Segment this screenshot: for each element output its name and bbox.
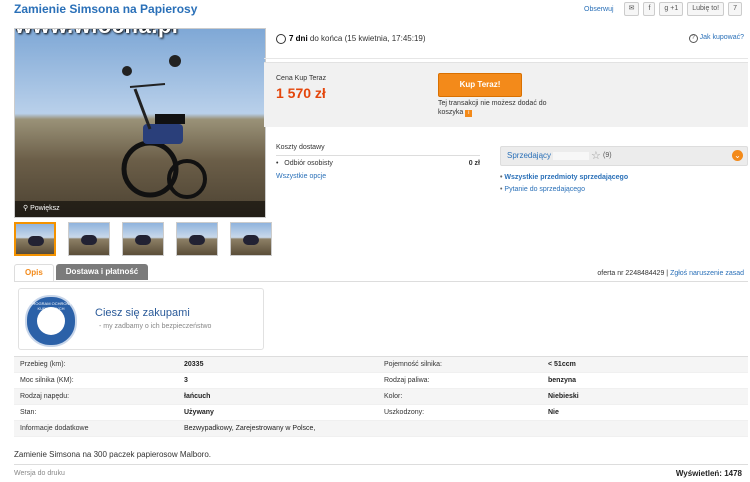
thumbnail-strip [14,222,272,256]
seller-links: Wszystkie przedmioty sprzedającego Pytan… [500,172,628,196]
thumbnail[interactable] [14,222,56,256]
report-link[interactable]: Zgłoś naruszenie zasad [670,270,744,277]
shipping-title: Koszty dostawy [276,144,325,151]
table-row: Moc silnika (KM): 3 Rodzaj paliwa: benzyna [14,373,748,389]
watermark: www.wiocha.pl [15,29,178,39]
time-left: 7 dni do końca (15 kwietnia, 17:45:19) [276,34,426,44]
specs-table: Przebieg (km): 20335 Pojemność silnika: < 5… [14,356,748,437]
like-count: 7 [728,2,742,16]
buy-box: Cena Kup Teraz 1 570 zł Kup Teraz! Tej t… [264,62,748,127]
description: Zamienie Simsona na 300 paczek papieroso… [14,450,211,459]
protection-subtitle: - my zadbamy o ich bezpieczeństwo [99,323,212,330]
buy-now-button[interactable]: Kup Teraz! [438,73,522,97]
observe-link[interactable]: Obserwuj [584,6,614,13]
motorcycle-image [121,55,207,199]
divider [14,281,748,282]
like-button[interactable]: Lubię to! [687,2,725,16]
enlarge-button[interactable]: ⚲ Powiększ [15,201,265,217]
star-icon: ☆ [591,150,601,162]
offer-info: oferta nr 2248484429 | Zgłoś naruszenie … [597,270,744,277]
divider [264,58,748,59]
view-count: Wyświetleń: 1478 [675,469,742,478]
expand-icon[interactable]: ⌄ [732,150,743,161]
table-row: Rodzaj napędu: łańcuch Kolor: Niebieski [14,389,748,405]
seller-label: Sprzedający [507,151,552,160]
protection-badge-icon: PROGRAM OCHRONY KUPUJĄCYCH [25,295,77,347]
table-row: Informacje dodatkowe Bezwypadkowy, Zareje… [14,421,748,437]
thumbnail[interactable] [176,222,218,256]
how-to-buy-link[interactable]: ? Jak kupować? [688,34,744,43]
price: 1 570 zł [276,85,326,101]
facebook-icon[interactable]: f [643,2,656,16]
protection-heading: Ciesz się zakupami [95,307,190,319]
buyer-protection-box: PROGRAM OCHRONY KUPUJĄCYCH Ciesz się zak… [18,288,264,350]
thumbnail[interactable] [68,222,110,256]
main-photo[interactable]: www.wiocha.pl ⚲ Powiększ [14,28,266,218]
seller-box[interactable]: Sprzedający ☆ (9) ⌄ [500,146,748,166]
google-plus-button[interactable]: g +1 [659,2,684,16]
tab-description[interactable]: Opis [14,264,54,281]
top-actions: Obserwuj ✉ f g +1 Lubię to! 7 [584,2,742,16]
shipping-row: • Odbiór osobisty 0 zł [276,160,480,167]
price-label: Cena Kup Teraz [276,75,327,82]
print-version-link[interactable]: Wersja do druku [14,470,65,477]
help-icon: ? [688,34,698,43]
page-title: Zamienie Simsona na Papierosy [14,2,198,16]
thumbnail[interactable] [230,222,272,256]
mail-icon[interactable]: ✉ [623,2,640,16]
divider [14,464,748,465]
all-options-link[interactable]: Wszystkie opcje [276,173,326,180]
buy-note: Tej transakcji nie możesz dodać do koszy… [438,100,547,117]
seller-rating: (9) [603,152,612,159]
info-icon[interactable]: i [465,110,473,117]
seller-name[interactable] [553,152,589,160]
tabs: Opis Dostawa i płatność [14,264,149,281]
seller-items-link[interactable]: Wszystkie przedmioty sprzedającego [500,172,628,184]
thumbnail[interactable] [122,222,164,256]
clock-icon [276,34,286,44]
divider [276,155,480,156]
ask-seller-link[interactable]: Pytanie do sprzedającego [500,184,628,196]
table-row: Stan: Używany Uszkodzony: Nie [14,405,748,421]
tab-delivery[interactable]: Dostawa i płatność [55,264,149,280]
table-row: Przebieg (km): 20335 Pojemność silnika: < 5… [14,357,748,373]
